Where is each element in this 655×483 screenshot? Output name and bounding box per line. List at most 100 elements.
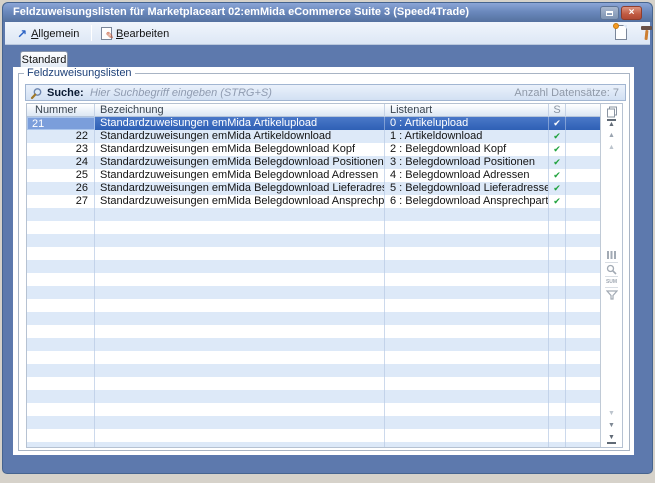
close-icon: × (629, 7, 635, 18)
search-icon (30, 87, 43, 100)
cell-filler (566, 130, 601, 143)
search-label: Suche: (47, 87, 84, 99)
table-row[interactable]: 24Standardzuweisungen emMida Belegdownlo… (27, 156, 601, 169)
cell-bezeichnung[interactable]: Standardzuweisungen emMida Artikelupload (95, 117, 385, 130)
search-bar[interactable]: Suche: Hier Suchbegriff eingeben (STRG+S… (25, 84, 626, 101)
cell-listenart[interactable]: 6 : Belegdownload Ansprechpartner (385, 195, 549, 208)
cell-listenart[interactable]: 5 : Belegdownload Lieferadressen (385, 182, 549, 195)
empty-row (27, 390, 601, 403)
table-row[interactable]: 26Standardzuweisungen emMida Belegdownlo… (27, 182, 601, 195)
empty-row (27, 377, 601, 390)
empty-row (27, 273, 601, 286)
groupbox-label: Feldzuweisungslisten (24, 67, 135, 79)
empty-row (27, 338, 601, 351)
check-icon: ✔ (549, 169, 566, 182)
table-row[interactable]: 22Standardzuweisungen emMida Artikeldown… (27, 130, 601, 143)
new-document-icon[interactable] (615, 25, 627, 40)
table-row[interactable]: 27Standardzuweisungen emMida Belegdownlo… (27, 195, 601, 208)
search-input[interactable]: Hier Suchbegriff eingeben (STRG+S) (90, 87, 272, 99)
column-header-bezeichnung[interactable]: Bezeichnung (95, 104, 385, 117)
empty-row (27, 364, 601, 377)
page-down-icon[interactable]: ▼ (601, 410, 622, 418)
maximize-icon (606, 11, 613, 16)
cell-bezeichnung[interactable]: Standardzuweisungen emMida Artikeldownlo… (95, 130, 385, 143)
maximize-button[interactable] (600, 6, 619, 20)
cell-filler (566, 182, 601, 195)
toolbar-button-bearbeiten[interactable]: ✎ Bearbeiten (97, 25, 173, 42)
toolbar-label-allgemein: Allgemein (31, 28, 79, 40)
hammer-icon (639, 25, 654, 41)
cell-listenart[interactable]: 1 : Artikeldownload (385, 130, 549, 143)
cell-bezeichnung[interactable]: Standardzuweisungen emMida Belegdownload… (95, 156, 385, 169)
page-up-icon[interactable]: ▲ (601, 144, 622, 152)
scroll-top-icon[interactable]: ▲ (601, 119, 622, 129)
empty-row (27, 234, 601, 247)
cell-nummer[interactable]: 24 (27, 156, 95, 169)
check-icon: ✔ (549, 117, 566, 130)
titlebar[interactable]: Feldzuweisungslisten für Marketplaceart … (2, 2, 653, 22)
cell-filler (566, 156, 601, 169)
scroll-bottom-icon[interactable]: ▼ (601, 434, 622, 444)
cell-filler (566, 195, 601, 208)
column-header-listenart[interactable]: Listenart (385, 104, 549, 117)
cell-bezeichnung[interactable]: Standardzuweisungen emMida Belegdownload… (95, 182, 385, 195)
grid-header: Nummer Bezeichnung Listenart S (27, 104, 601, 117)
empty-row (27, 416, 601, 429)
empty-row (27, 221, 601, 234)
cell-listenart[interactable]: 0 : Artikelupload (385, 117, 549, 130)
cell-nummer[interactable]: 25 (27, 169, 95, 182)
cell-listenart[interactable]: 3 : Belegdownload Positionen (385, 156, 549, 169)
check-icon: ✔ (549, 130, 566, 143)
cell-listenart[interactable]: 2 : Belegdownload Kopf (385, 143, 549, 156)
check-icon: ✔ (549, 156, 566, 169)
tab-standard[interactable]: Standard (20, 51, 68, 68)
empty-row (27, 260, 601, 273)
cell-bezeichnung[interactable]: Standardzuweisungen emMida Belegdownload… (95, 169, 385, 182)
desktop: Feldzuweisungslisten für Marketplaceart … (0, 0, 655, 483)
cell-bezeichnung[interactable]: Standardzuweisungen emMida Belegdownload… (95, 195, 385, 208)
move-up-icon[interactable]: ▲ (601, 132, 622, 140)
cell-filler (566, 143, 601, 156)
check-icon: ✔ (549, 143, 566, 156)
table-row[interactable]: 25Standardzuweisungen emMida Belegdownlo… (27, 169, 601, 182)
table-row[interactable]: 21Standardzuweisungen emMida Artikeluplo… (27, 117, 601, 130)
close-button[interactable]: × (621, 6, 642, 20)
record-count-label: Anzahl Datensätze: 7 (514, 87, 619, 99)
cell-nummer[interactable]: 26 (27, 182, 95, 195)
check-icon: ✔ (549, 182, 566, 195)
cell-nummer[interactable]: 23 (27, 143, 95, 156)
cell-nummer[interactable]: 21 (27, 117, 95, 130)
groupbox-feldzuweisungslisten: Feldzuweisungslisten Suche: Hier Suchbeg… (18, 73, 630, 451)
tab-page: Feldzuweisungslisten Suche: Hier Suchbeg… (13, 67, 634, 455)
arrow-up-right-icon: ↗ (17, 28, 27, 40)
sum-icon[interactable]: SUM (601, 279, 622, 285)
cell-bezeichnung[interactable]: Standardzuweisungen emMida Belegdownload… (95, 143, 385, 156)
toolbar-separator (91, 25, 92, 41)
cell-filler (566, 169, 601, 182)
toolbar-button-allgemein[interactable]: ↗ Allgemein (13, 25, 83, 42)
empty-row (27, 429, 601, 442)
toolbar-label-bearbeiten: Bearbeiten (116, 28, 169, 40)
window-frame: ↗ Allgemein ✎ Bearbeiten Standard Feldzu… (2, 22, 653, 474)
empty-row (27, 351, 601, 364)
column-header-filler (566, 104, 601, 117)
column-header-nummer[interactable]: Nummer (27, 104, 95, 117)
data-grid: Nummer Bezeichnung Listenart S 21Standar… (26, 103, 623, 448)
empty-row (27, 442, 601, 447)
filter-icon[interactable] (601, 290, 622, 303)
table-row[interactable]: 23Standardzuweisungen emMida Belegdownlo… (27, 143, 601, 156)
grid-nav-strip: ▲ ▲ ▲ (600, 104, 622, 447)
cell-filler (566, 117, 601, 130)
hammer-tool-icon[interactable] (639, 25, 654, 41)
cell-listenart[interactable]: 4 : Belegdownload Adressen (385, 169, 549, 182)
grid-rows: 21Standardzuweisungen emMida Artikeluplo… (27, 117, 601, 447)
cell-nummer[interactable]: 27 (27, 195, 95, 208)
empty-row (27, 299, 601, 312)
empty-row (27, 208, 601, 221)
empty-row (27, 312, 601, 325)
check-icon: ✔ (549, 195, 566, 208)
window-title: Feldzuweisungslisten für Marketplaceart … (13, 6, 469, 18)
column-header-s[interactable]: S (549, 104, 566, 117)
move-down-icon[interactable]: ▼ (601, 422, 622, 430)
cell-nummer[interactable]: 22 (27, 130, 95, 143)
